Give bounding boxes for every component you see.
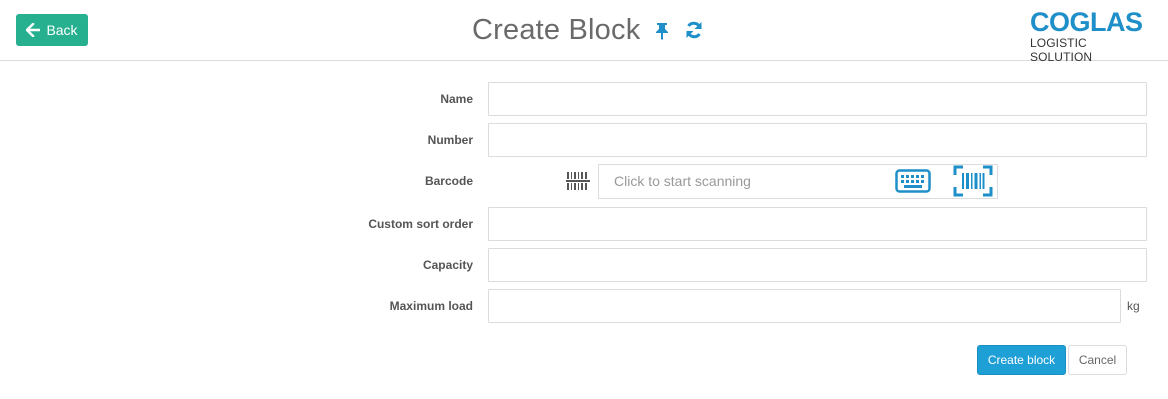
name-label: Name	[440, 92, 473, 106]
company-logo: COGLAS LOGISTIC SOLUTION	[1030, 7, 1150, 64]
number-row: Number	[0, 123, 1168, 157]
logo-main-text: COGLAS	[1030, 7, 1143, 37]
name-input[interactable]	[488, 82, 1147, 116]
number-input[interactable]	[488, 123, 1147, 157]
capacity-input[interactable]	[488, 248, 1147, 282]
back-button-label: Back	[46, 22, 78, 38]
logo-sub-text: LOGISTIC SOLUTION	[1030, 36, 1093, 64]
maximum-load-input[interactable]	[488, 289, 1121, 323]
barcode-placeholder: Click to start scanning	[614, 173, 751, 189]
pin-icon[interactable]	[652, 20, 672, 40]
number-label: Number	[427, 133, 473, 147]
refresh-icon[interactable]	[684, 20, 704, 40]
custom-sort-order-row: Custom sort order	[0, 207, 1168, 241]
back-button[interactable]: Back	[16, 14, 88, 46]
arrow-left-icon	[26, 23, 41, 37]
cancel-button[interactable]: Cancel	[1068, 345, 1127, 375]
barcode-scanner-icon	[566, 170, 590, 192]
custom-sort-order-input[interactable]	[488, 207, 1147, 241]
keyboard-icon[interactable]	[895, 169, 931, 193]
create-block-button[interactable]: Create block	[977, 345, 1066, 375]
page-title: Create Block	[472, 13, 641, 46]
barcode-camera-icon[interactable]	[953, 165, 993, 197]
header-bar: Back Create Block COGLAS LOGISTIC SOLUTI…	[0, 0, 1168, 64]
capacity-label: Capacity	[422, 258, 473, 272]
name-row: Name	[0, 82, 1168, 116]
maximum-load-unit: kg	[1127, 299, 1140, 313]
barcode-row: Barcode Click to start scanning	[0, 164, 1168, 199]
capacity-row: Capacity	[0, 248, 1168, 282]
custom-sort-order-label: Custom sort order	[368, 217, 473, 231]
title-group: Create Block	[472, 12, 704, 48]
barcode-label: Barcode	[424, 174, 473, 188]
maximum-load-label: Maximum load	[389, 299, 473, 313]
maximum-load-row: Maximum load kg	[0, 289, 1168, 323]
barcode-scan-field[interactable]: Click to start scanning	[598, 164, 998, 199]
